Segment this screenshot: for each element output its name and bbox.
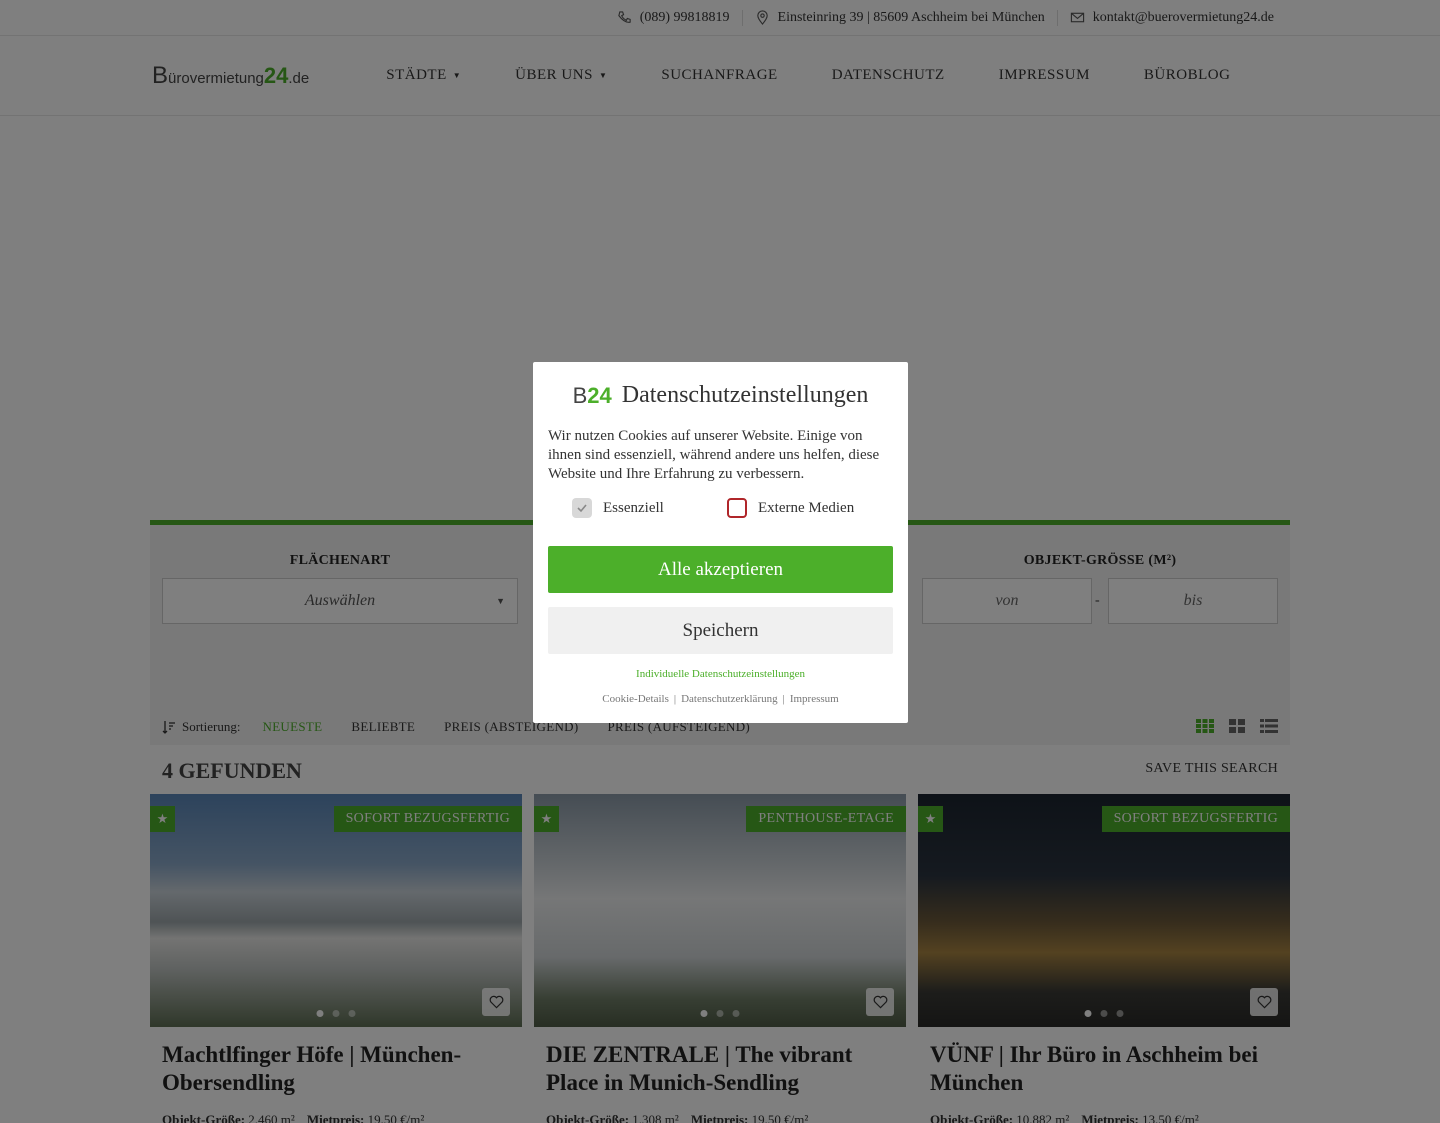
checkbox-box: [727, 498, 747, 518]
save-button[interactable]: Speichern: [548, 607, 893, 654]
checkbox-external-media[interactable]: Externe Medien: [727, 498, 882, 518]
checkbox-essential[interactable]: Essenziell: [572, 498, 727, 518]
modal-title: Datenschutzeinstellungen: [621, 382, 869, 408]
modal-header: B24 Datenschutzeinstellungen: [548, 382, 893, 409]
individual-settings-link[interactable]: Individuelle Datenschutzeinstellungen: [548, 668, 893, 680]
modal-description: Wir nutzen Cookies auf unserer Website. …: [548, 428, 880, 482]
privacy-policy-link[interactable]: Datenschutzerklärung: [681, 693, 778, 705]
cookie-details-link[interactable]: Cookie-Details: [602, 693, 669, 705]
privacy-settings-modal: B24 Datenschutzeinstellungen Wir nutzen …: [533, 362, 908, 723]
accept-all-button[interactable]: Alle akzeptieren: [548, 546, 893, 593]
checkbox-label: Externe Medien: [758, 499, 855, 516]
modal-logo: B24: [573, 383, 612, 409]
consent-checkboxes: Essenziell Externe Medien: [548, 498, 893, 518]
modal-logo-number: 24: [587, 382, 612, 408]
modal-logo-letter: B: [572, 382, 588, 408]
imprint-link[interactable]: Impressum: [790, 693, 839, 705]
checkmark-icon: [572, 498, 592, 518]
modal-footer-links: Cookie-Details | Datenschutzerklärung | …: [548, 693, 893, 705]
link-separator: |: [782, 693, 785, 705]
checkbox-label: Essenziell: [603, 499, 664, 516]
link-separator: |: [673, 693, 677, 705]
